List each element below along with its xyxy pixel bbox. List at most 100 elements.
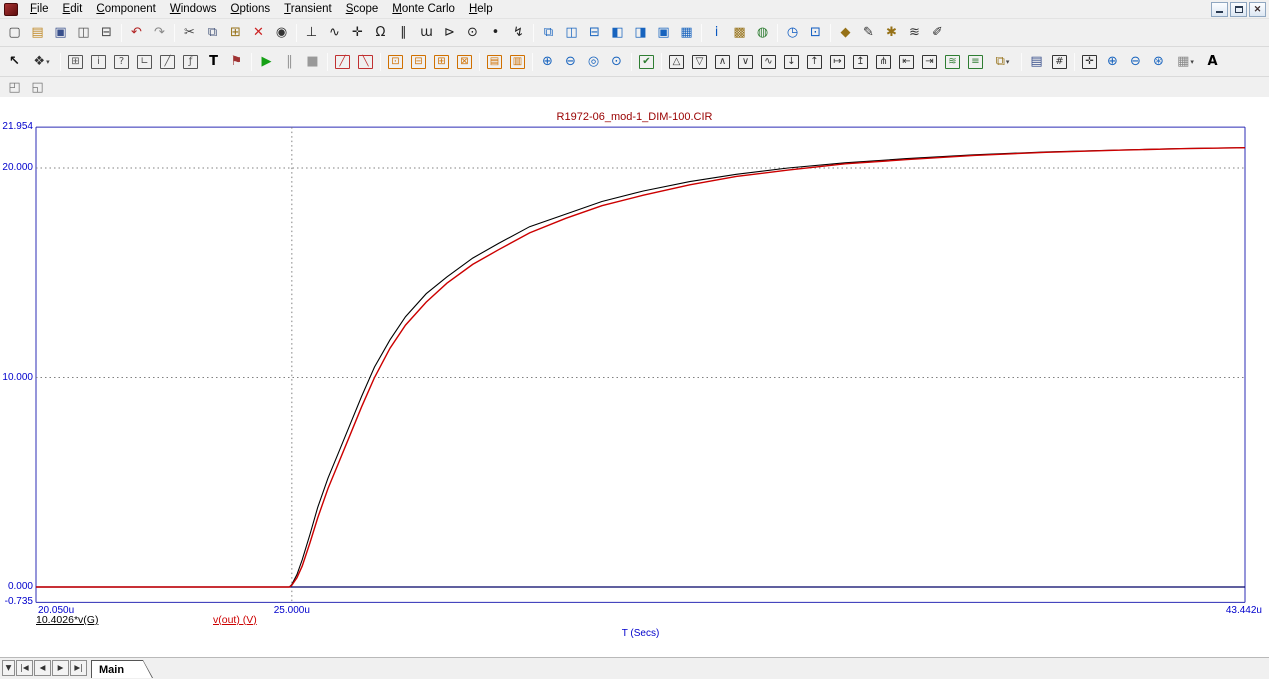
inductor-button[interactable]: ɯ bbox=[415, 22, 438, 43]
cursor-left-button[interactable]: ⇤ bbox=[895, 51, 918, 72]
ruler-button[interactable]: ⊟ bbox=[407, 51, 430, 72]
wire-cross-button[interactable]: ✛ bbox=[346, 22, 369, 43]
internet-button[interactable]: ◍ bbox=[751, 22, 774, 43]
wire-mode-button[interactable]: ∟ bbox=[133, 51, 156, 72]
shape-editor-button[interactable]: ✎ bbox=[857, 22, 880, 43]
overlay-plots-button[interactable]: ≡ bbox=[964, 51, 987, 72]
menu-monte-carlo[interactable]: Monte Carlo bbox=[385, 2, 462, 16]
data-points-button[interactable]: ⊡ bbox=[384, 51, 407, 72]
menu-windows[interactable]: Windows bbox=[163, 2, 224, 16]
text-attributes-button[interactable]: A bbox=[1201, 51, 1224, 72]
plus-marks-button[interactable]: ⊞ bbox=[430, 51, 453, 72]
zoom-in-button[interactable]: ⊕ bbox=[536, 51, 559, 72]
pause-button[interactable]: ‖ bbox=[278, 51, 301, 72]
component-mode-dropdown[interactable]: ❖ ▾ bbox=[26, 51, 57, 72]
new-file-button[interactable]: ▢ bbox=[3, 22, 26, 43]
menu-scope[interactable]: Scope bbox=[339, 2, 386, 16]
package-editor-button[interactable]: ✱ bbox=[880, 22, 903, 43]
tag-mode-button[interactable]: ⊠ bbox=[453, 51, 476, 72]
menu-edit[interactable]: Edit bbox=[56, 2, 90, 16]
open-file-button[interactable]: ▤ bbox=[26, 22, 49, 43]
tab-main[interactable]: Main bbox=[91, 660, 153, 678]
inflection-button[interactable]: ∿ bbox=[757, 51, 780, 72]
minimize-button[interactable] bbox=[1211, 1, 1228, 17]
diagonal-wire-button[interactable]: ╱ bbox=[156, 51, 179, 72]
component-info-button[interactable]: i bbox=[705, 22, 728, 43]
copy-to-clipboard-dropdown[interactable]: ⧉ ▾ bbox=[987, 51, 1018, 72]
negative-slope-button[interactable]: ╲ bbox=[354, 51, 377, 72]
redo-button[interactable]: ↷ bbox=[148, 22, 171, 43]
global-low-button[interactable]: ↓ bbox=[780, 51, 803, 72]
cascade-windows-button[interactable]: ⧉ bbox=[537, 22, 560, 43]
send-to-back-button[interactable]: ◱ bbox=[26, 77, 49, 98]
maximize-window-button[interactable]: ▣ bbox=[652, 22, 675, 43]
first-page-button[interactable]: |◀ bbox=[16, 660, 33, 676]
paste-button[interactable]: ⊞ bbox=[224, 22, 247, 43]
save-file-button[interactable]: ▣ bbox=[49, 22, 72, 43]
help-mode-button[interactable]: ? bbox=[110, 51, 133, 72]
watch-window-button[interactable]: ⊡ bbox=[804, 22, 827, 43]
menu-help[interactable]: Help bbox=[462, 2, 500, 16]
menu-file[interactable]: File bbox=[23, 2, 56, 16]
transistor-button[interactable]: ⊙ bbox=[461, 22, 484, 43]
go-to-y-button[interactable]: ↥ bbox=[849, 51, 872, 72]
stacked-plots-button[interactable]: ≋ bbox=[941, 51, 964, 72]
go-to-branch-button[interactable]: ⋔ bbox=[872, 51, 895, 72]
cursor-mode-button[interactable]: ✛ bbox=[1078, 51, 1101, 72]
edit-waveform-button[interactable]: ✐ bbox=[926, 22, 949, 43]
go-to-x-button[interactable]: ↦ bbox=[826, 51, 849, 72]
app-icon[interactable] bbox=[4, 2, 18, 16]
ground-component-button[interactable]: ⊥ bbox=[300, 22, 323, 43]
zoom-out-button[interactable]: ⊖ bbox=[559, 51, 582, 72]
scope-zoom-in-button[interactable]: ⊕ bbox=[1101, 51, 1124, 72]
next-page-button[interactable]: ▶ bbox=[52, 660, 69, 676]
restore-button[interactable] bbox=[1230, 1, 1247, 17]
component-editor-button[interactable]: ▩ bbox=[728, 22, 751, 43]
model-editor-button[interactable]: ◆ bbox=[834, 22, 857, 43]
high-button[interactable]: ∧ bbox=[711, 51, 734, 72]
text-mode-button[interactable]: T bbox=[202, 51, 225, 72]
info-mode-button[interactable]: i bbox=[87, 51, 110, 72]
prev-page-button[interactable]: ◀ bbox=[34, 660, 51, 676]
last-page-button[interactable]: ▶| bbox=[70, 660, 87, 676]
undo-button[interactable]: ↶ bbox=[125, 22, 148, 43]
copy-button[interactable]: ⧉ bbox=[201, 22, 224, 43]
node-dot-button[interactable]: • bbox=[484, 22, 507, 43]
zoom-region-button[interactable]: ⊙ bbox=[605, 51, 628, 72]
flag-mode-button[interactable]: ⚑ bbox=[225, 51, 248, 72]
select-mode-button[interactable]: ↖ bbox=[3, 51, 26, 72]
schematic-box-button[interactable]: ⊞ bbox=[64, 51, 87, 72]
sine-source-button[interactable]: ∿ bbox=[323, 22, 346, 43]
positive-slope-button[interactable]: ╱ bbox=[331, 51, 354, 72]
page-list-dropdown[interactable]: ▼ bbox=[2, 660, 15, 676]
tile-vertical-button[interactable]: ◫ bbox=[560, 22, 583, 43]
menu-options[interactable]: Options bbox=[224, 2, 278, 16]
valley-button[interactable]: ▽ bbox=[688, 51, 711, 72]
global-high-button[interactable]: ↑ bbox=[803, 51, 826, 72]
scope-zoom-out-button[interactable]: ⊖ bbox=[1124, 51, 1147, 72]
menu-transient[interactable]: Transient bbox=[277, 2, 339, 16]
print-button[interactable]: ⊟ bbox=[95, 22, 118, 43]
properties-button[interactable]: ✔ bbox=[635, 51, 658, 72]
low-button[interactable]: ∨ bbox=[734, 51, 757, 72]
animate-button[interactable]: ◷ bbox=[781, 22, 804, 43]
calculator-button[interactable]: ▦ bbox=[675, 22, 698, 43]
print-preview-button[interactable]: ◫ bbox=[72, 22, 95, 43]
delete-button[interactable]: ✕ bbox=[247, 22, 270, 43]
peak-button[interactable]: △ bbox=[665, 51, 688, 72]
magnify-region-button[interactable]: ⊛ bbox=[1147, 51, 1170, 72]
find-button[interactable]: ◉ bbox=[270, 22, 293, 43]
vertical-grids-button[interactable]: ▥ bbox=[506, 51, 529, 72]
resistor-button[interactable]: Ω bbox=[369, 22, 392, 43]
formula-text-button[interactable]: ƒ bbox=[179, 51, 202, 72]
stop-button[interactable]: ■ bbox=[301, 51, 324, 72]
grid-pattern-dropdown[interactable]: ▦ ▾ bbox=[1170, 51, 1201, 72]
diode-button[interactable]: ⊳ bbox=[438, 22, 461, 43]
cursor-right-button[interactable]: ⇥ bbox=[918, 51, 941, 72]
bring-to-front-button[interactable]: ◰ bbox=[3, 77, 26, 98]
numeric-output-button[interactable]: ▤ bbox=[1025, 51, 1048, 72]
capacitor-button[interactable]: ∥ bbox=[392, 22, 415, 43]
split-horizontal-button[interactable]: ◧ bbox=[606, 22, 629, 43]
run-button[interactable]: ▶ bbox=[255, 51, 278, 72]
autoscale-button[interactable]: ◎ bbox=[582, 51, 605, 72]
